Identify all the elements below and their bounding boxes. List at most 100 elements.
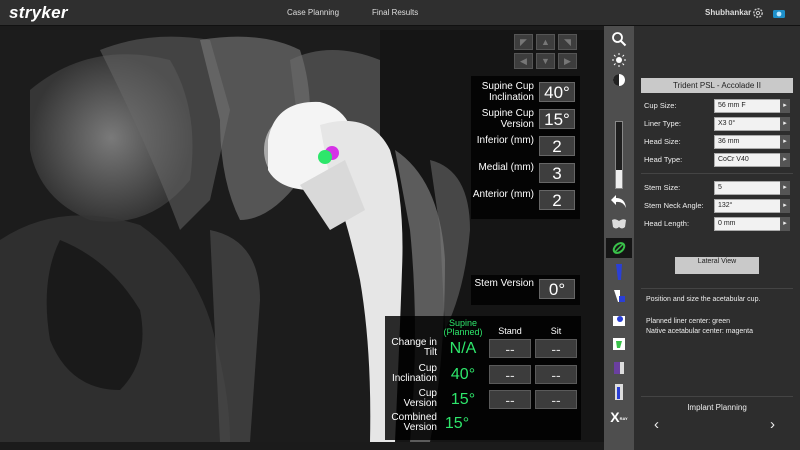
xray-sub-label: RAY <box>619 415 628 421</box>
divider <box>641 173 793 174</box>
pan-left-icon[interactable]: ◀ <box>514 53 533 69</box>
lateral-view-button[interactable]: Lateral View <box>675 257 759 274</box>
implant-system-title: Trident PSL - Accolade II <box>641 78 793 93</box>
head-type-row: Head Type: CoCr V40 ▸ <box>644 153 794 167</box>
tab-case-planning[interactable]: Case Planning <box>287 8 339 17</box>
cup-size-value: 56 mm F <box>718 102 746 109</box>
cup-version-sit[interactable]: -- <box>535 390 577 409</box>
chevron-right-icon: ▸ <box>780 181 790 195</box>
tab-final-results[interactable]: Final Results <box>372 8 418 17</box>
pan-up-right-icon[interactable]: ◥ <box>558 34 577 50</box>
cup-inclination-stand[interactable]: -- <box>489 365 531 384</box>
pan-dpad[interactable]: ◤ ▲ ◥ ◀ ▼ ▶ <box>514 34 578 72</box>
app-window: stryker Case Planning Final Results Shub… <box>0 0 800 450</box>
liner-type-row: Liner Type: X3 0° ▸ <box>644 117 794 131</box>
liner-type-value: X3 0° <box>718 120 736 127</box>
acetabular-center-legend: Native acetabular center: magenta <box>646 328 754 335</box>
cup-measurement-panel: Supine Cup Inclination 40° Supine Cup Ve… <box>471 76 580 219</box>
supine-cup-version-value[interactable]: 15° <box>539 109 575 129</box>
cup-icon <box>612 242 626 254</box>
camera-icon[interactable] <box>772 7 786 19</box>
pelvis-button[interactable] <box>606 215 632 235</box>
femur-button[interactable] <box>606 286 632 306</box>
supine-cup-inclination-value[interactable]: 40° <box>539 82 575 102</box>
brightness-slider[interactable] <box>615 121 623 189</box>
head-type-label: Head Type: <box>644 155 683 164</box>
stem-version-panel: Stem Version 0° <box>471 275 580 305</box>
workflow-step-title: Implant Planning <box>687 403 747 412</box>
zoom-button[interactable] <box>606 29 632 49</box>
leg-length-button[interactable] <box>606 382 632 402</box>
implant-button[interactable] <box>606 334 632 354</box>
head-icon <box>613 316 625 326</box>
medial-value[interactable]: 3 <box>539 163 575 183</box>
brightness-icon <box>612 53 626 67</box>
head-length-select[interactable]: 0 mm ▸ <box>714 217 790 231</box>
implant-icon <box>613 338 625 350</box>
pan-down-icon[interactable]: ▼ <box>536 53 555 69</box>
cup-version-stand[interactable]: -- <box>489 390 531 409</box>
header-supine-planned: Supine (Planned) <box>443 318 483 337</box>
gear-icon[interactable] <box>752 7 764 19</box>
stem-button[interactable] <box>606 262 632 282</box>
head-button[interactable] <box>606 310 632 330</box>
contrast-button[interactable] <box>606 70 632 90</box>
pan-right-icon[interactable]: ▶ <box>558 53 577 69</box>
stem-version-value[interactable]: 0° <box>539 279 575 299</box>
change-in-tilt-sit[interactable]: -- <box>535 339 577 358</box>
chevron-right-icon: ▸ <box>780 117 790 131</box>
header-sit: Sit <box>550 326 562 336</box>
chevron-right-icon: ▸ <box>780 199 790 213</box>
head-size-select[interactable]: 36 mm ▸ <box>714 135 790 149</box>
tilt-table: Supine (Planned) Stand Sit Change in Til… <box>385 316 581 440</box>
anterior-row: Anterior (mm) 2 <box>471 188 580 214</box>
stem-size-value: 5 <box>718 184 722 191</box>
pan-up-icon[interactable]: ▲ <box>536 34 555 50</box>
brightness-button[interactable] <box>606 50 632 70</box>
medial-row: Medial (mm) 3 <box>471 161 580 187</box>
head-length-row: Head Length: 0 mm ▸ <box>644 217 794 231</box>
next-step-icon[interactable]: › <box>770 416 775 433</box>
head-type-value: CoCr V40 <box>718 156 749 163</box>
anterior-value[interactable]: 2 <box>539 190 575 210</box>
head-size-value: 36 mm <box>718 138 740 145</box>
xray-label: X <box>610 409 620 425</box>
stem-neck-angle-row: Stem Neck Angle: 132° ▸ <box>644 199 794 213</box>
user-name[interactable]: Shubhankar <box>705 8 751 17</box>
leg-length-icon <box>615 384 623 400</box>
medial-label: Medial (mm) <box>478 162 534 173</box>
supine-cup-inclination-label: Supine Cup Inclination <box>481 81 534 103</box>
combined-version-label: Combined Version <box>391 412 437 433</box>
divider <box>641 396 793 397</box>
cup-inclination-supine: 40° <box>450 366 476 383</box>
right-panel: Trident PSL - Accolade II Cup Size: 56 m… <box>634 26 800 450</box>
cup-button[interactable] <box>606 238 632 258</box>
cup-size-select[interactable]: 56 mm F ▸ <box>714 99 790 113</box>
pelvis-icon <box>612 219 626 229</box>
inferior-value[interactable]: 2 <box>539 136 575 156</box>
head-size-label: Head Size: <box>644 137 681 146</box>
stem-size-label: Stem Size: <box>644 183 681 192</box>
stem-neck-angle-value: 132° <box>718 202 733 209</box>
xray-button[interactable]: XRAY <box>606 406 632 428</box>
stem-size-select[interactable]: 5 ▸ <box>714 181 790 195</box>
cup-size-label: Cup Size: <box>644 101 677 110</box>
undo-button[interactable] <box>606 191 632 211</box>
divider <box>641 288 793 289</box>
liner-type-select[interactable]: X3 0° ▸ <box>714 117 790 131</box>
chevron-right-icon: ▸ <box>780 217 790 231</box>
pan-up-left-icon[interactable]: ◤ <box>514 34 533 50</box>
liner-center-legend: Planned liner center: green <box>646 318 731 325</box>
stem-size-row: Stem Size: 5 ▸ <box>644 181 794 195</box>
femur-offset-button[interactable] <box>606 358 632 378</box>
cup-inclination-sit[interactable]: -- <box>535 365 577 384</box>
head-size-row: Head Size: 36 mm ▸ <box>644 135 794 149</box>
previous-step-icon[interactable]: ‹ <box>654 416 659 433</box>
anterior-label: Anterior (mm) <box>472 189 534 200</box>
liner-type-label: Liner Type: <box>644 119 681 128</box>
stem-neck-angle-select[interactable]: 132° ▸ <box>714 199 790 213</box>
chevron-right-icon: ▸ <box>780 135 790 149</box>
femur-offset-icon <box>614 362 624 374</box>
head-type-select[interactable]: CoCr V40 ▸ <box>714 153 790 167</box>
change-in-tilt-stand[interactable]: -- <box>489 339 531 358</box>
